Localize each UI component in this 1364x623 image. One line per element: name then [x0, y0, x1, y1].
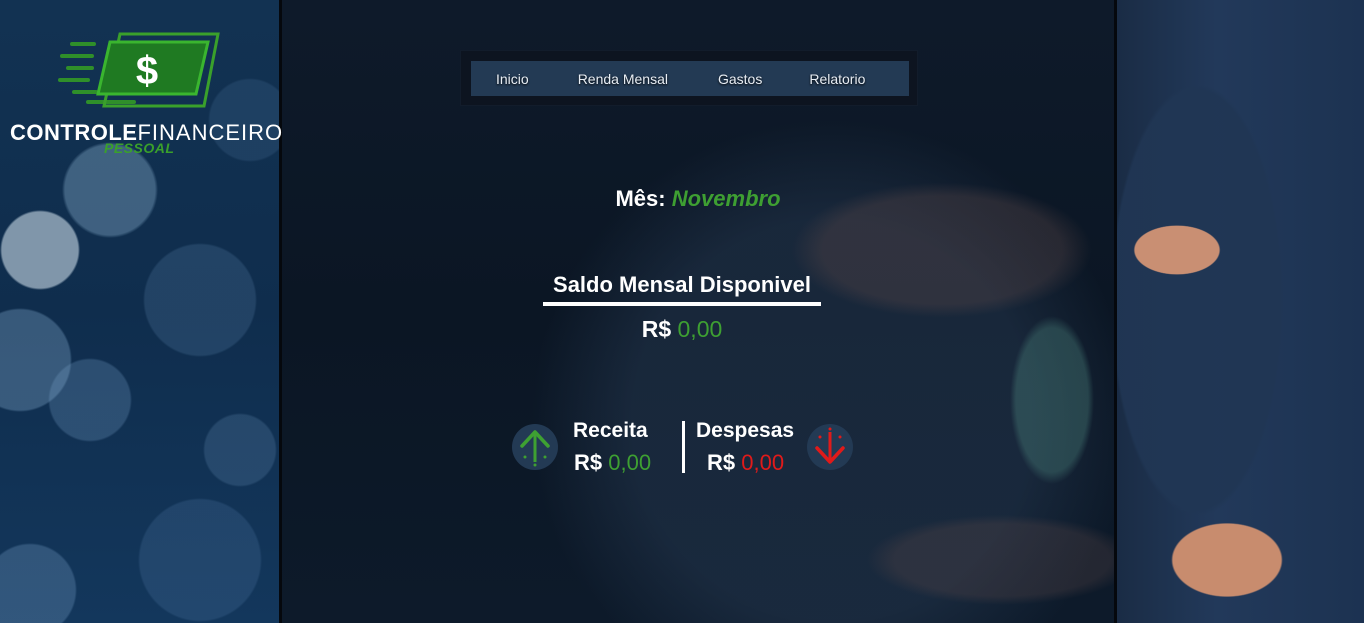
- despesas-value: R$ 0,00: [707, 450, 784, 476]
- month-name: Novembro: [671, 186, 781, 211]
- despesas-label: Despesas: [696, 419, 795, 442]
- nav-item-gastos[interactable]: Gastos: [718, 71, 762, 87]
- saldo-underline: [543, 302, 821, 306]
- summary-divider: [682, 421, 685, 473]
- receita-currency: R$: [574, 450, 603, 475]
- despesas-amount: 0,00: [741, 450, 785, 475]
- saldo-title: Saldo Mensal Disponivel: [543, 272, 821, 298]
- saldo-amount: 0,00: [677, 316, 723, 342]
- banknote-dollar-icon: $: [58, 32, 220, 108]
- nav-bar: Inicio Renda Mensal Gastos Relatorio: [471, 61, 909, 96]
- despesas-currency: R$: [707, 450, 736, 475]
- nav-item-inicio[interactable]: Inicio: [496, 71, 529, 87]
- logo-subtitle: PESSOAL: [104, 140, 175, 156]
- receita-amount: 0,00: [608, 450, 652, 475]
- nav-item-relatorio[interactable]: Relatorio: [809, 71, 865, 87]
- receita-label: Receita: [573, 419, 648, 442]
- arrow-up-icon: [520, 430, 550, 467]
- arrow-down-icon: [815, 427, 845, 464]
- month-prefix: Mês:: [615, 186, 666, 211]
- saldo-title-text: Saldo Mensal Disponivel: [553, 272, 811, 297]
- main-nav: Inicio Renda Mensal Gastos Relatorio: [460, 50, 918, 106]
- receita-value: R$ 0,00: [574, 450, 651, 476]
- month-heading: Mês: Novembro: [282, 186, 1114, 212]
- app-logo[interactable]: $ CONTROLEFINANCEIRO PESSOAL: [0, 28, 282, 163]
- nav-item-renda-mensal[interactable]: Renda Mensal: [578, 71, 668, 87]
- svg-text:$: $: [136, 49, 158, 93]
- saldo-value: R$ 0,00: [543, 316, 821, 343]
- saldo-currency: R$: [641, 316, 672, 342]
- despesas-icon-circle: [807, 424, 853, 470]
- receita-icon-circle: [512, 424, 558, 470]
- right-background-panel: [1114, 0, 1364, 623]
